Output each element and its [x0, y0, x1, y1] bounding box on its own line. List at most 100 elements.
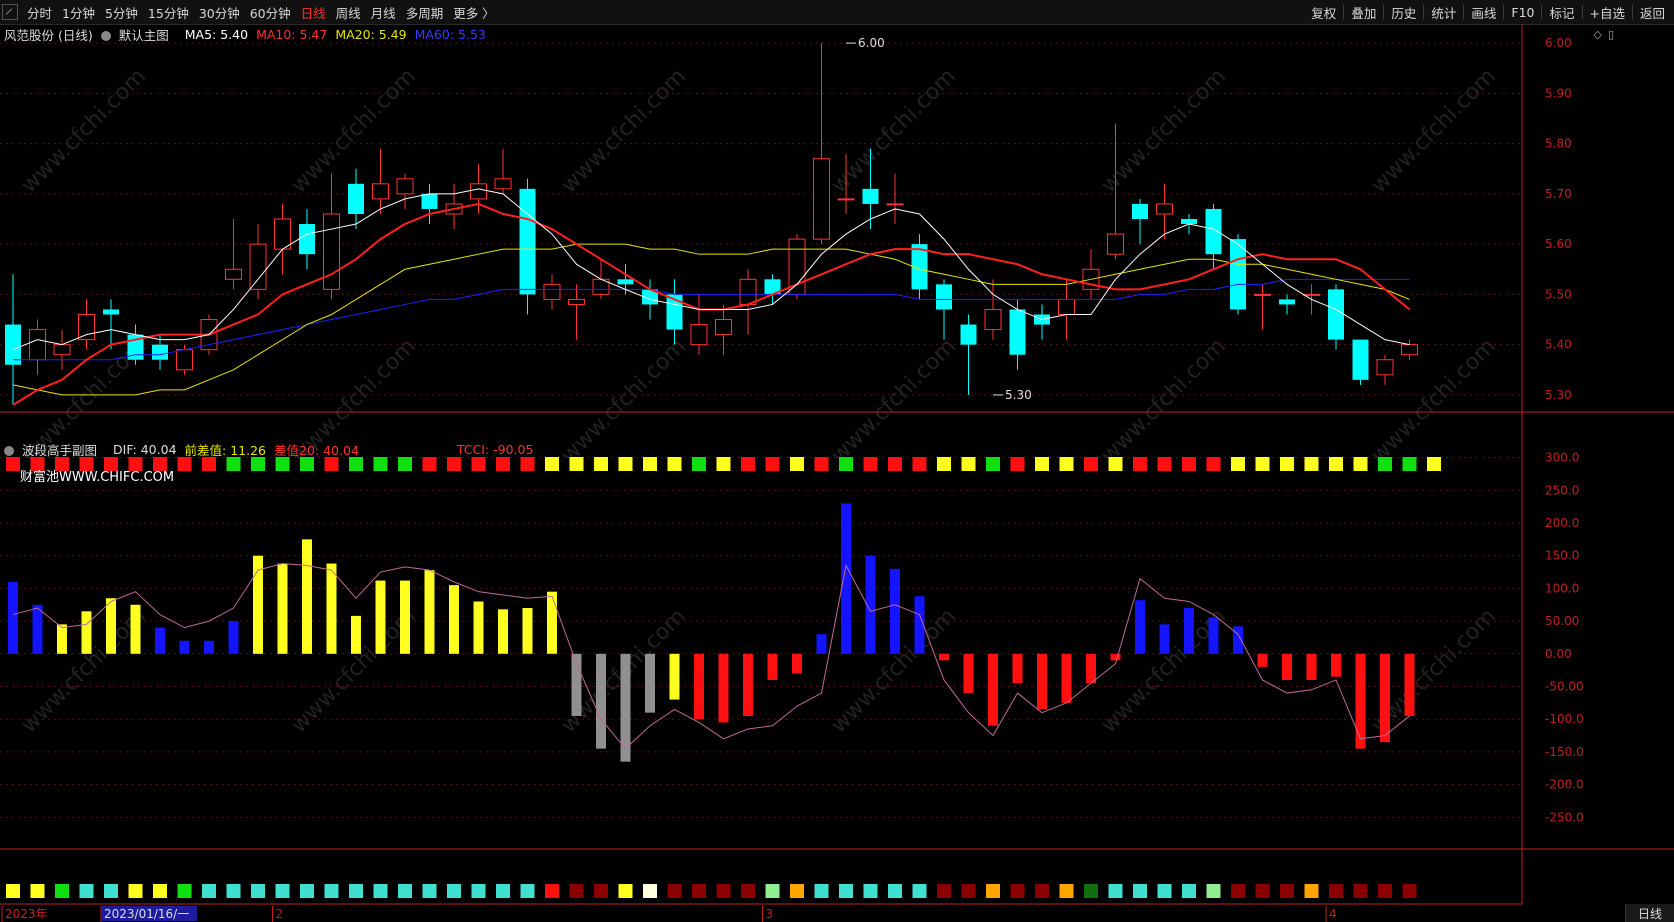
- tool-button-8[interactable]: 返回: [1635, 3, 1670, 22]
- y-tick-label: 5.70: [1545, 187, 1572, 201]
- candle-body: [886, 203, 904, 206]
- ma5-value: MA5: 5.40: [184, 26, 249, 42]
- toolbar-divider: [1383, 5, 1385, 19]
- signal-marker: [1182, 884, 1196, 898]
- settings-icon[interactable]: ▯: [1608, 28, 1614, 41]
- signal-marker: [594, 457, 608, 471]
- watermark-text: www.cfchi.com: [287, 64, 421, 198]
- candle-body: [299, 224, 315, 255]
- watermark-text: www.cfchi.com: [557, 64, 691, 198]
- signal-marker: [1084, 457, 1098, 471]
- candle-body: [813, 158, 830, 240]
- stock-title[interactable]: 风范股份 (日线): [4, 25, 93, 44]
- period-tab-6[interactable]: 日线: [296, 3, 331, 22]
- signal-marker: [569, 884, 584, 898]
- sub-chart-title[interactable]: 波段高手副图: [4, 440, 105, 459]
- y-tick-label: -150.0: [1545, 745, 1584, 759]
- candle-body: [103, 309, 119, 315]
- tool-button-1[interactable]: 叠加: [1346, 3, 1381, 22]
- candle-body: [936, 284, 952, 310]
- signal-marker: [1059, 884, 1074, 898]
- tool-button-7[interactable]: +自选: [1585, 3, 1630, 22]
- toolbar-divider: [1503, 5, 1505, 19]
- period-label[interactable]: 日线: [1625, 904, 1674, 922]
- indicator-bar: [375, 580, 386, 654]
- signal-marker: [1035, 457, 1049, 471]
- signal-marker: [447, 457, 461, 471]
- watermark-text: www.cfchi.com: [1097, 64, 1231, 198]
- signal-marker: [986, 457, 1000, 471]
- signal-marker: [1231, 457, 1245, 471]
- signal-marker: [1206, 884, 1221, 898]
- tool-button-3[interactable]: 统计: [1426, 3, 1461, 22]
- period-tab-2[interactable]: 5分钟: [100, 3, 143, 22]
- period-tab-7[interactable]: 周线: [331, 3, 366, 22]
- period-tab-1[interactable]: 1分钟: [57, 3, 100, 22]
- toolbar-divider: [1463, 5, 1465, 19]
- signal-marker: [716, 884, 731, 898]
- signal-marker: [765, 457, 780, 471]
- signal-marker: [398, 884, 412, 898]
- signal-marker: [1378, 884, 1392, 898]
- period-tab-4[interactable]: 30分钟: [194, 3, 245, 22]
- tool-button-4[interactable]: 画线: [1466, 3, 1501, 22]
- prev-diff-value: 前差值: 11.26: [184, 442, 267, 458]
- sub-template-icon: [4, 446, 14, 456]
- signal-marker: [496, 884, 510, 898]
- y-tick-label: 200.0: [1545, 516, 1579, 530]
- sub-legend: 波段高手副图 DIF: 40.04 前差值: 11.26 差值20: 40.04…: [4, 440, 541, 458]
- period-tab-9[interactable]: 多周期: [401, 3, 449, 22]
- y-tick-label: 5.90: [1545, 86, 1572, 100]
- period-tab-10[interactable]: 更多 〉: [448, 3, 499, 22]
- signal-marker: [618, 884, 633, 898]
- stock-chart[interactable]: www.cfchi.com www.cfchi.com www.cfchi.com w…: [0, 24, 1674, 922]
- signal-marker: [1108, 884, 1123, 898]
- candle-body: [715, 319, 732, 336]
- signal-marker: [79, 884, 94, 898]
- tool-button-2[interactable]: 历史: [1386, 3, 1421, 22]
- price-annotation: 6.00: [858, 36, 885, 50]
- candle-body: [274, 218, 291, 250]
- template-selector[interactable]: 默认主图: [100, 25, 177, 44]
- signal-marker: [888, 457, 902, 471]
- signal-marker: [422, 884, 437, 898]
- candle-body: [1181, 219, 1197, 225]
- signal-marker: [251, 884, 265, 898]
- watermark-text: www.cfchi.com: [557, 334, 691, 468]
- watermark-text: www.cfchi.com: [1097, 334, 1231, 468]
- tool-button-6[interactable]: 标记: [1544, 3, 1579, 22]
- template-label: 默认主图: [118, 27, 169, 43]
- tool-button-5[interactable]: F10: [1506, 5, 1539, 20]
- template-icon: [100, 31, 111, 41]
- candle-body: [348, 183, 364, 214]
- y-tick-label: 5.40: [1545, 338, 1572, 352]
- signal-marker: [937, 457, 951, 471]
- period-tab-0[interactable]: 分时: [22, 3, 57, 22]
- signal-marker: [692, 884, 706, 898]
- signal-marker: [863, 457, 878, 471]
- candle-body: [494, 178, 512, 190]
- signal-marker: [324, 457, 339, 471]
- signal-marker: [30, 884, 45, 898]
- signal-marker: [765, 884, 780, 898]
- signal-marker: [1206, 457, 1221, 471]
- signal-marker: [961, 884, 976, 898]
- signal-marker: [1084, 884, 1098, 898]
- signal-marker: [1133, 457, 1147, 471]
- restore-icon[interactable]: [2, 4, 18, 20]
- period-tab-5[interactable]: 60分钟: [245, 3, 296, 22]
- diamond-icon[interactable]: ◇: [1593, 28, 1601, 41]
- indicator-bar: [277, 563, 288, 654]
- candle-body: [78, 314, 95, 341]
- period-tab-8[interactable]: 月线: [366, 3, 401, 22]
- signal-marker: [814, 457, 829, 471]
- signal-marker: [471, 457, 486, 471]
- period-tab-3[interactable]: 15分钟: [143, 3, 194, 22]
- indicator-bar: [57, 624, 67, 654]
- signal-marker: [1010, 457, 1025, 471]
- signal-marker: [912, 457, 927, 471]
- y-tick-label: 6.00: [1545, 36, 1572, 50]
- tool-button-0[interactable]: 复权: [1306, 3, 1341, 22]
- signal-marker: [398, 457, 412, 471]
- signal-marker: [1231, 884, 1245, 898]
